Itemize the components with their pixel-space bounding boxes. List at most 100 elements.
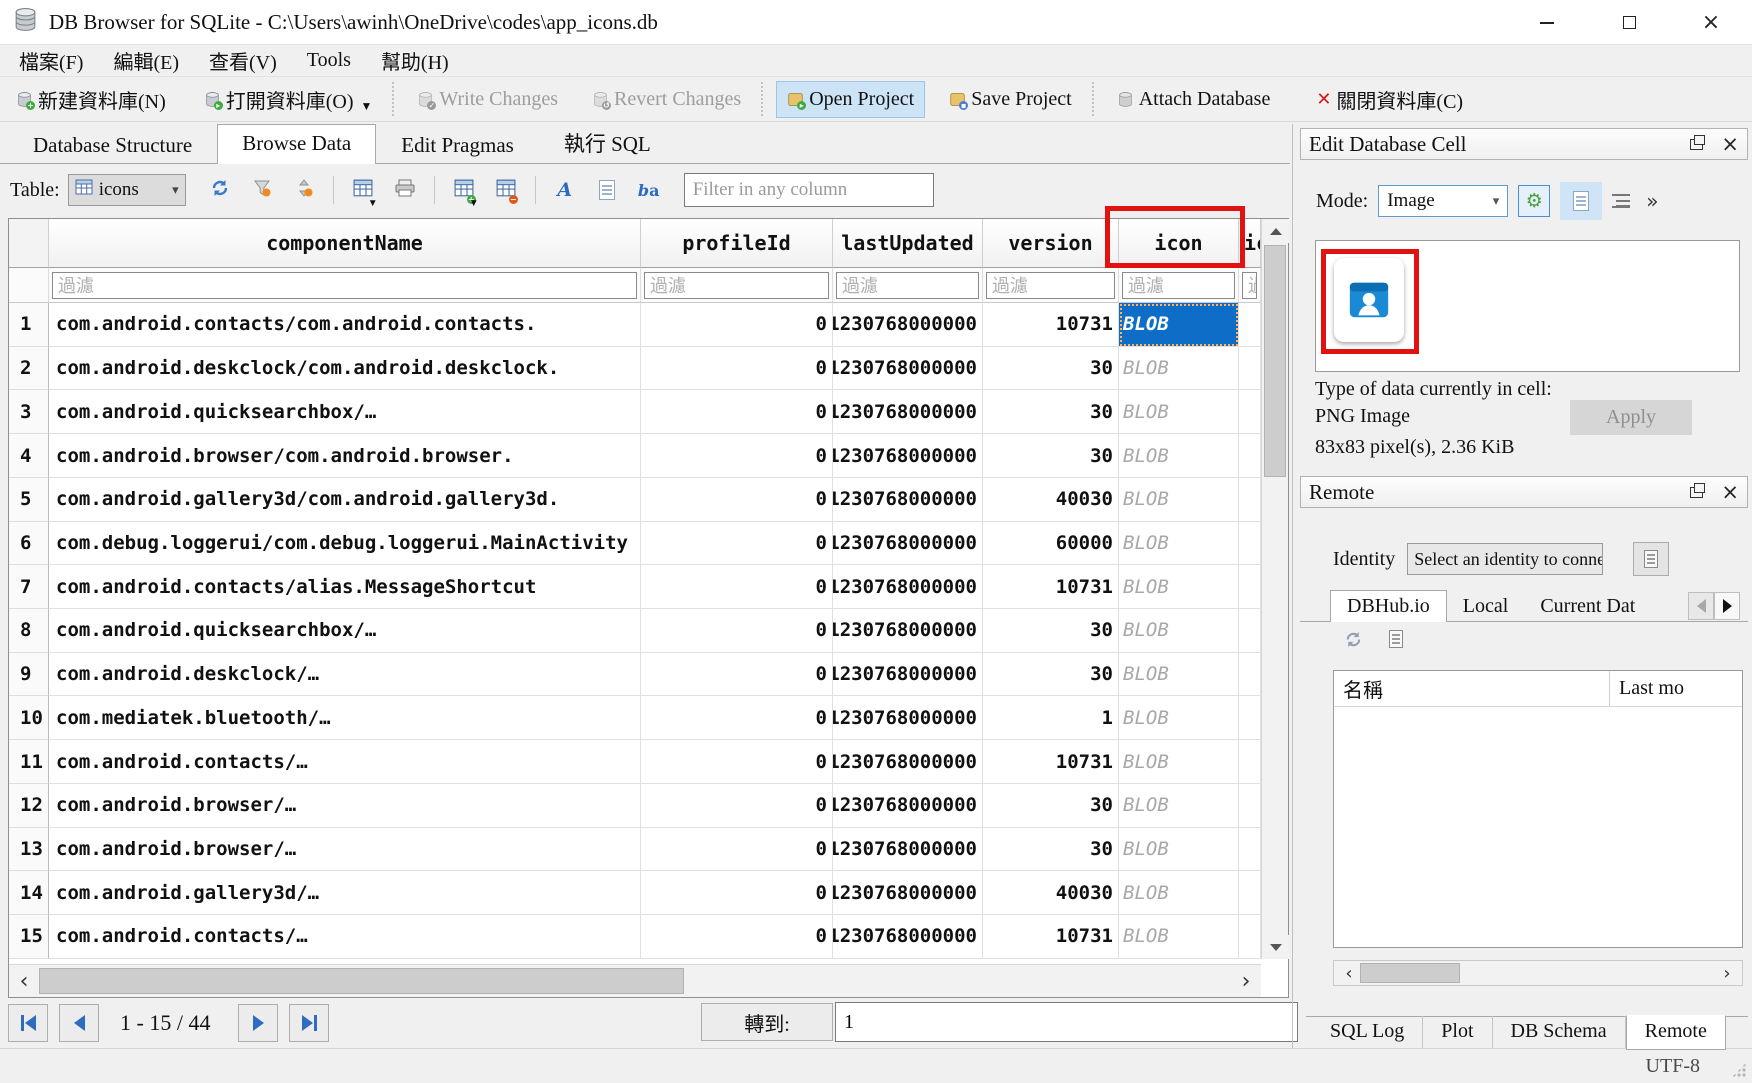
menu-edit[interactable]: 編輯(E) xyxy=(98,45,194,76)
cell-lastUpdated[interactable]: 1230768000000 xyxy=(833,653,983,697)
cell-lastUpdated[interactable]: 1230768000000 xyxy=(833,871,983,915)
cell-profileId[interactable]: 0 xyxy=(641,565,833,609)
menu-file[interactable]: 檔案(F) xyxy=(4,45,98,76)
cell-version[interactable]: 10731 xyxy=(983,915,1119,959)
row-number[interactable]: 3 xyxy=(9,390,49,434)
cell-profileId[interactable]: 0 xyxy=(641,390,833,434)
clear-filters-button[interactable] xyxy=(244,172,280,208)
menu-view[interactable]: 查看(V) xyxy=(194,45,292,76)
filter-input-icon[interactable]: 過濾 xyxy=(1119,268,1239,303)
remote-refresh-icon[interactable] xyxy=(1344,630,1363,654)
cell-icon-blob[interactable]: BLOB xyxy=(1119,828,1239,872)
cell-lastUpdated[interactable]: 1230768000000 xyxy=(833,347,983,391)
write-changes-button[interactable]: ✓ Write Changes xyxy=(407,82,568,117)
cell-profileId[interactable]: 0 xyxy=(641,915,833,959)
save-project-button[interactable]: ▪ Save Project xyxy=(939,82,1082,117)
cell-profileId[interactable]: 0 xyxy=(641,740,833,784)
row-number[interactable]: 5 xyxy=(9,478,49,522)
row-number[interactable]: 12 xyxy=(9,784,49,828)
cell-version[interactable]: 10731 xyxy=(983,740,1119,784)
maximize-icon[interactable] xyxy=(1606,6,1652,40)
vertical-scrollbar-thumb[interactable] xyxy=(1264,245,1286,477)
cell-version[interactable]: 30 xyxy=(983,390,1119,434)
goto-record-button[interactable]: 轉到: xyxy=(701,1003,833,1041)
column-header-partial[interactable]: ic xyxy=(1239,219,1261,268)
row-number[interactable]: 15 xyxy=(9,915,49,959)
cell-icon-blob[interactable]: BLOB xyxy=(1119,784,1239,828)
cell-partial[interactable] xyxy=(1239,740,1261,784)
mode-select[interactable]: Image ▾ xyxy=(1378,185,1508,217)
cell-profileId[interactable]: 0 xyxy=(641,522,833,566)
row-number[interactable]: 2 xyxy=(9,347,49,391)
close-database-button[interactable]: ✕ 關閉資料庫(C) xyxy=(1306,79,1473,120)
cell-version[interactable]: 30 xyxy=(983,828,1119,872)
dock-splitter[interactable] xyxy=(1292,124,1293,1048)
filter-input-lastUpdated[interactable]: 過濾 xyxy=(833,268,983,303)
insert-record-button[interactable]: + ▼ xyxy=(446,172,482,208)
print-button[interactable] xyxy=(387,172,423,208)
refresh-button[interactable] xyxy=(202,172,238,208)
cell-icon-blob[interactable]: BLOB xyxy=(1119,740,1239,784)
close-panel-icon[interactable]: × xyxy=(1721,134,1739,155)
cell-partial[interactable] xyxy=(1239,390,1261,434)
column-header-componentName[interactable]: componentName xyxy=(49,219,641,268)
word-wrap-icon[interactable] xyxy=(1612,194,1630,208)
cell-version[interactable]: 30 xyxy=(983,784,1119,828)
last-page-button[interactable] xyxy=(289,1004,329,1042)
cell-profileId[interactable]: 0 xyxy=(641,784,833,828)
cell-lastUpdated[interactable]: 1230768000000 xyxy=(833,784,983,828)
menu-help[interactable]: 幫助(H) xyxy=(366,45,464,76)
cell-partial[interactable] xyxy=(1239,478,1261,522)
open-database-dropdown-icon[interactable]: ▼ xyxy=(361,99,373,114)
cell-icon-blob[interactable]: BLOB xyxy=(1119,434,1239,478)
tab-browse-data[interactable]: Browse Data xyxy=(217,124,376,164)
cell-partial[interactable] xyxy=(1239,653,1261,697)
cell-componentName[interactable]: com.android.quicksearchbox/… xyxy=(49,609,641,653)
cell-lastUpdated[interactable]: 1230768000000 xyxy=(833,696,983,740)
save-table-dropdown-icon[interactable]: ▼ xyxy=(368,198,378,209)
table-select[interactable]: icons ▾ xyxy=(68,174,186,206)
minimize-icon[interactable] xyxy=(1524,6,1570,40)
previous-page-button[interactable] xyxy=(59,1004,99,1042)
cell-profileId[interactable]: 0 xyxy=(641,696,833,740)
cell-lastUpdated[interactable]: 1230768000000 xyxy=(833,565,983,609)
tab-edit-pragmas[interactable]: Edit Pragmas xyxy=(376,126,539,164)
auto-switch-mode-button[interactable]: ⚙ xyxy=(1518,185,1550,217)
cell-lastUpdated[interactable]: 1230768000000 xyxy=(833,390,983,434)
cell-lastUpdated[interactable]: 1230768000000 xyxy=(833,740,983,784)
delete-record-button[interactable]: − xyxy=(488,172,524,208)
cell-version[interactable]: 10731 xyxy=(983,303,1119,347)
menu-tools[interactable]: Tools xyxy=(292,45,366,76)
row-number[interactable]: 7 xyxy=(9,565,49,609)
cell-profileId[interactable]: 0 xyxy=(641,609,833,653)
save-table-button[interactable]: ▼ xyxy=(345,172,381,208)
close-panel-icon[interactable]: × xyxy=(1721,482,1739,503)
cell-version[interactable]: 1 xyxy=(983,696,1119,740)
revert-changes-button[interactable]: ↺ Revert Changes xyxy=(582,82,751,117)
cell-version[interactable]: 40030 xyxy=(983,871,1119,915)
cell-profileId[interactable]: 0 xyxy=(641,653,833,697)
text-document-mode-button[interactable] xyxy=(1560,182,1602,220)
cell-icon-blob[interactable]: BLOB xyxy=(1119,871,1239,915)
tab-local[interactable]: Local xyxy=(1447,591,1525,622)
cell-icon-blob[interactable]: BLOB xyxy=(1119,390,1239,434)
cell-componentName[interactable]: com.android.quicksearchbox/… xyxy=(49,390,641,434)
cell-lastUpdated[interactable]: 1230768000000 xyxy=(833,522,983,566)
scroll-left-icon[interactable]: ‹ xyxy=(9,965,39,998)
cell-lastUpdated[interactable]: 1230768000000 xyxy=(833,915,983,959)
horizontal-scrollbar[interactable]: ‹ › xyxy=(9,964,1261,997)
cell-partial[interactable] xyxy=(1239,915,1261,959)
clear-sort-button[interactable] xyxy=(286,172,322,208)
cell-icon-blob[interactable]: BLOB xyxy=(1119,303,1239,347)
cell-partial[interactable] xyxy=(1239,784,1261,828)
column-header-icon[interactable]: icon xyxy=(1119,219,1239,268)
cell-partial[interactable] xyxy=(1239,609,1261,653)
resize-grip-icon[interactable] xyxy=(1732,1063,1746,1077)
scroll-right-icon[interactable]: › xyxy=(1231,965,1261,998)
scroll-down-icon[interactable] xyxy=(1262,935,1289,959)
remote-list-scrollbar[interactable]: ‹ › xyxy=(1333,960,1743,986)
cell-partial[interactable] xyxy=(1239,696,1261,740)
tab-remote[interactable]: Remote xyxy=(1626,1015,1726,1050)
column-header-version[interactable]: version xyxy=(983,219,1119,268)
cell-partial[interactable] xyxy=(1239,347,1261,391)
